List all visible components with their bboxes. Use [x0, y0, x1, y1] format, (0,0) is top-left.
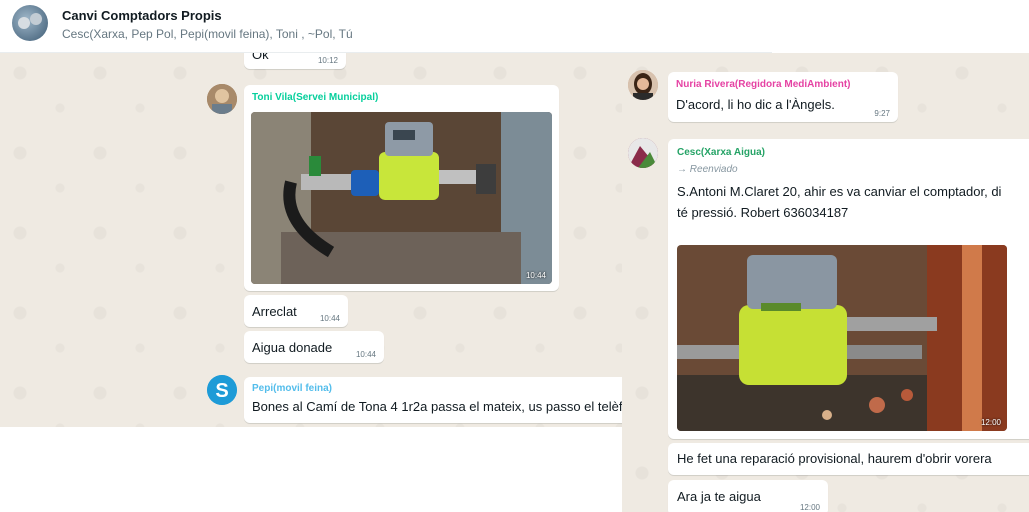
message-text: Arreclat — [252, 304, 297, 319]
sender-name: Toni Vila(Servei Municipal) — [252, 92, 379, 103]
image-message-bubble[interactable]: Toni Vila(Servei Municipal) 10:44 — [244, 85, 559, 291]
message-text-line: té pressió. Robert 636034187 — [677, 205, 849, 220]
message-bubble[interactable]: He fet una reparació provisional, haurem… — [668, 443, 1029, 475]
chat-pane-left[interactable]: Ok 10:12 Toni Vila(Servei Municipal) 10:… — [0, 53, 622, 427]
message-bubble[interactable]: Aigua donade 10:44 — [244, 331, 384, 363]
message-bubble[interactable]: Ok 10:12 — [244, 53, 346, 69]
sender-name: Nuria Rivera(Regidora MediAmbient) — [676, 79, 851, 90]
message-bubble[interactable]: Ara ja te aigua 12:00 — [668, 480, 828, 512]
forwarded-text: Reenviado — [689, 164, 738, 175]
message-time: 9:27 — [874, 109, 890, 118]
photo-time: 10:44 — [525, 271, 546, 280]
water-meter-photo[interactable]: 10:44 — [251, 112, 552, 284]
group-title: Canvi Comptadors Propis — [62, 8, 222, 23]
group-avatar[interactable] — [12, 5, 48, 41]
sender-name: Pepi(movil feina) — [252, 383, 333, 394]
message-text: He fet una reparació provisional, haurem… — [677, 451, 992, 466]
message-time: 10:44 — [319, 314, 340, 323]
svg-text:S: S — [215, 380, 228, 402]
avatar[interactable] — [628, 70, 658, 100]
image-message-bubble[interactable]: Cesc(Xarxa Aigua) → Reenviado S.Antoni M… — [668, 139, 1029, 439]
avatar[interactable]: S — [207, 375, 237, 405]
chat-header[interactable]: Canvi Comptadors Propis Cesc(Xarxa, Pep … — [0, 0, 772, 53]
water-meter-photo[interactable]: 12:00 — [677, 245, 1007, 431]
group-members: Cesc(Xarxa, Pep Pol, Pepi(movil feina), … — [62, 27, 353, 41]
forward-arrow-icon: → — [677, 164, 687, 175]
message-text-line: S.Antoni M.Claret 20, ahir es va canviar… — [677, 184, 1002, 199]
message-time: 10:12 — [317, 56, 338, 65]
message-text: Bones al Camí de Tona 4 1r2a passa el ma… — [252, 399, 622, 414]
chat-pane-right[interactable]: Nuria Rivera(Regidora MediAmbient) D'aco… — [622, 53, 1029, 512]
avatar[interactable] — [628, 138, 658, 168]
message-text: D'acord, li ho dic a l'Àngels. — [676, 97, 835, 112]
message-bubble[interactable]: Nuria Rivera(Regidora MediAmbient) D'aco… — [668, 72, 898, 122]
message-text: Ok — [252, 53, 269, 62]
photo-time: 12:00 — [980, 418, 1001, 427]
message-time: 12:00 — [799, 503, 820, 512]
message-time: 10:44 — [355, 350, 376, 359]
message-text: Ara ja te aigua — [677, 489, 761, 504]
forwarded-label: → Reenviado — [677, 164, 738, 175]
sender-name: Cesc(Xarxa Aigua) — [677, 147, 765, 158]
message-bubble[interactable]: Pepi(movil feina) Bones al Camí de Tona … — [244, 377, 622, 423]
message-text: Aigua donade — [252, 340, 333, 355]
message-bubble[interactable]: Arreclat 10:44 — [244, 295, 348, 327]
avatar[interactable] — [207, 84, 237, 114]
